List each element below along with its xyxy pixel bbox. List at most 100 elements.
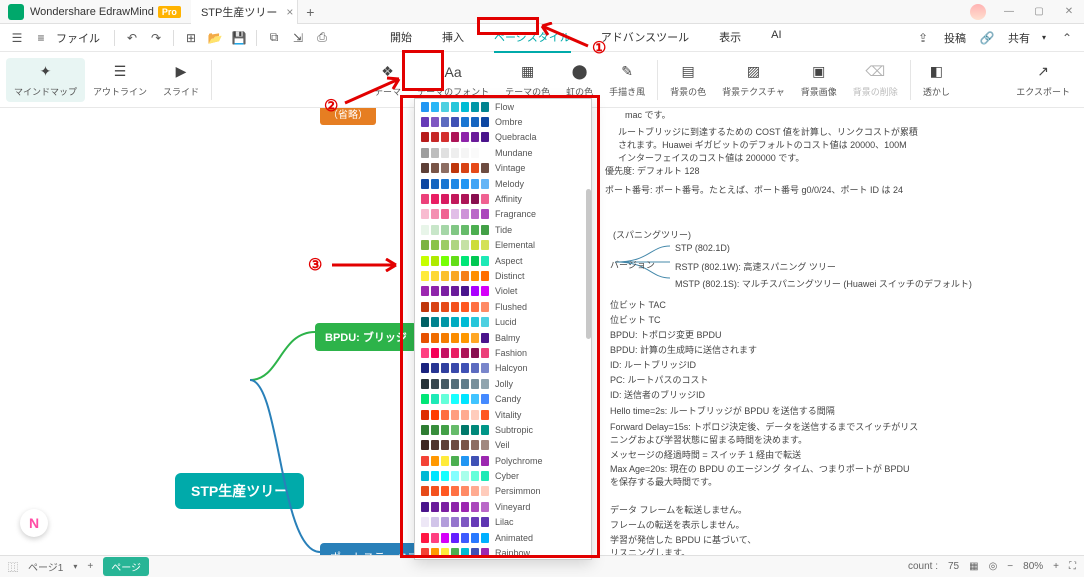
leaf[interactable]: RSTP (802.1W): 高速スパニング ツリー <box>675 260 836 273</box>
theme-option-lucid[interactable]: Lucid <box>415 314 591 329</box>
leaf[interactable]: mac です。 <box>625 108 671 121</box>
theme-option-veil[interactable]: Veil <box>415 438 591 453</box>
leaf[interactable]: BPDU: トポロジ変更 BPDU <box>610 328 722 341</box>
close-button[interactable]: ✕ <box>1054 0 1084 24</box>
add-page-button[interactable]: + <box>87 561 93 572</box>
theme-option-aspect[interactable]: Aspect <box>415 253 591 268</box>
print-icon[interactable]: ⎙ <box>313 29 331 47</box>
bg-delete-button[interactable]: ⌫ 背景の削除 <box>845 58 906 102</box>
zoom-out-button[interactable]: − <box>1007 561 1013 572</box>
view-outline[interactable]: ☰ アウトライン <box>85 58 155 102</box>
bg-color-button[interactable]: ▤ 背景の色 <box>662 58 714 102</box>
bg-image-button[interactable]: ▣ 背景画像 <box>793 58 845 102</box>
save-icon[interactable]: 💾 <box>230 29 248 47</box>
leaf[interactable]: Forward Delay=15s: トポロジ決定後、データを送信するまでスイッ… <box>610 420 920 446</box>
collapse-ribbon-icon[interactable]: ⌃ <box>1058 29 1076 47</box>
page-badge[interactable]: ページ <box>103 557 149 576</box>
hand-drawn-button[interactable]: ✎ 手描き風 <box>601 58 653 102</box>
new-icon[interactable]: ⊞ <box>182 29 200 47</box>
tab-start[interactable]: 開始 <box>390 23 412 53</box>
maximize-button[interactable]: ▢ <box>1024 0 1054 24</box>
page-chevron-icon[interactable]: ▾ <box>73 562 77 571</box>
theme-option-violet[interactable]: Violet <box>415 284 591 299</box>
upload-icon[interactable]: ⇪ <box>914 29 932 47</box>
tab-insert[interactable]: 挿入 <box>442 23 464 53</box>
leaf[interactable]: ポート番号: ポート番号。たとえば、ポート番号 g0/0/24、ポート ID は… <box>605 183 903 196</box>
theme-color-button[interactable]: ▦ テーマの色 <box>497 58 558 102</box>
file-menu[interactable]: ファイル <box>56 30 100 46</box>
leaf[interactable]: Hello time=2s: ルートブリッジが BPDU を送信する間隔 <box>610 404 835 417</box>
avatar[interactable] <box>970 4 986 20</box>
theme-option-tide[interactable]: Tide <box>415 222 591 237</box>
bg-texture-button[interactable]: ▨ 背景テクスチャ <box>714 58 793 102</box>
theme-option-elemental[interactable]: Elemental <box>415 238 591 253</box>
theme-option-candy[interactable]: Candy <box>415 391 591 406</box>
link-icon[interactable]: 🔗 <box>978 29 996 47</box>
menu-icon[interactable]: ☰ <box>8 29 26 47</box>
rainbow-button[interactable]: ⬤ 虹の色 <box>558 58 601 102</box>
theme-option-quebracla[interactable]: Quebracla <box>415 130 591 145</box>
open-icon[interactable]: 📂 <box>206 29 224 47</box>
theme-option-jolly[interactable]: Jolly <box>415 376 591 391</box>
theme-option-animated[interactable]: Animated <box>415 530 591 545</box>
theme-option-flow[interactable]: Flow <box>415 99 591 114</box>
theme-option-melody[interactable]: Melody <box>415 176 591 191</box>
grid-icon[interactable]: ▦ <box>969 561 978 572</box>
copy-icon[interactable]: ⧉ <box>265 29 283 47</box>
redo-icon[interactable]: ↷ <box>147 29 165 47</box>
leaf[interactable]: BPDU: 計算の生成時に送信されます <box>610 343 757 356</box>
scrollbar[interactable] <box>584 99 591 559</box>
leaf[interactable]: ルートブリッジに到達するための COST 値を計算し、リンクコストが累積されます… <box>618 125 918 164</box>
theme-font-button[interactable]: Aa テーマのフォント <box>409 58 497 102</box>
theme-option-rainbow[interactable]: Rainbow <box>415 545 591 560</box>
fit-icon[interactable]: ◎ <box>989 561 998 572</box>
leaf[interactable]: 位ビット TAC <box>610 298 666 311</box>
export-button[interactable]: ↗ エクスポート <box>1008 58 1078 102</box>
leaf[interactable]: ID: 送信者のブリッジID <box>610 388 705 401</box>
theme-option-fashion[interactable]: Fashion <box>415 345 591 360</box>
leaf[interactable]: 学習が発信した BPDU に基づいて、 <box>610 533 756 546</box>
theme-option-flushed[interactable]: Flushed <box>415 299 591 314</box>
theme-option-persimmon[interactable]: Persimmon <box>415 484 591 499</box>
theme-option-subtropic[interactable]: Subtropic <box>415 422 591 437</box>
leaf[interactable]: データ フレームを転送しません。 <box>610 503 747 516</box>
page-view-icon[interactable]: ⿲ <box>8 559 18 574</box>
undo-icon[interactable]: ↶ <box>123 29 141 47</box>
leaf[interactable]: フレームの転送を表示しません。 <box>610 518 744 531</box>
leaf[interactable]: PC: ルートパスのコスト <box>610 373 709 386</box>
node-portstat[interactable]: ポートステータス <box>320 543 428 555</box>
close-icon[interactable]: × <box>286 5 293 19</box>
leaf[interactable]: (スパニングツリー) <box>613 228 691 241</box>
theme-option-vineyard[interactable]: Vineyard <box>415 499 591 514</box>
fullscreen-icon[interactable]: ⛶ <box>1069 561 1076 572</box>
theme-option-balmy[interactable]: Balmy <box>415 330 591 345</box>
node-bpdu[interactable]: BPDU: ブリッジ <box>315 323 417 351</box>
tab-ai[interactable]: AI <box>771 23 781 53</box>
root-node[interactable]: STP生産ツリー <box>175 473 304 509</box>
theme-option-lilac[interactable]: Lilac <box>415 515 591 530</box>
tab-view[interactable]: 表示 <box>719 23 741 53</box>
share-button[interactable]: 共有 <box>1008 30 1030 46</box>
share-chevron-icon[interactable]: ▾ <box>1042 33 1046 42</box>
help-floating-button[interactable]: N <box>20 509 48 537</box>
leaf[interactable]: ID: ルートブリッジID <box>610 358 696 371</box>
theme-option-mundane[interactable]: Mundane <box>415 145 591 160</box>
leaf[interactable]: 優先度: デフォルト 128 <box>605 164 700 177</box>
leaf[interactable]: バージョン <box>610 258 655 271</box>
theme-option-polychrome[interactable]: Polychrome <box>415 453 591 468</box>
tab-advanced[interactable]: アドバンスツール <box>601 23 689 53</box>
theme-option-fragrance[interactable]: Fragrance <box>415 207 591 222</box>
leaf[interactable]: Max Age=20s: 現在の BPDU のエージング タイム、つまりポートが… <box>610 462 920 488</box>
theme-option-vitality[interactable]: Vitality <box>415 407 591 422</box>
add-tab-button[interactable]: + <box>298 4 322 20</box>
zoom-in-button[interactable]: + <box>1053 561 1059 572</box>
watermark-button[interactable]: ◧ 透かし <box>915 58 958 102</box>
theme-option-distinct[interactable]: Distinct <box>415 268 591 283</box>
theme-option-cyber[interactable]: Cyber <box>415 468 591 483</box>
theme-option-affinity[interactable]: Affinity <box>415 191 591 206</box>
theme-option-vintage[interactable]: Vintage <box>415 161 591 176</box>
page-label[interactable]: ページ1 <box>28 559 63 574</box>
minimize-button[interactable]: — <box>994 0 1024 24</box>
leaf[interactable]: リスニングします。 <box>610 546 690 555</box>
view-mindmap[interactable]: ✦ マインドマップ <box>6 58 85 102</box>
